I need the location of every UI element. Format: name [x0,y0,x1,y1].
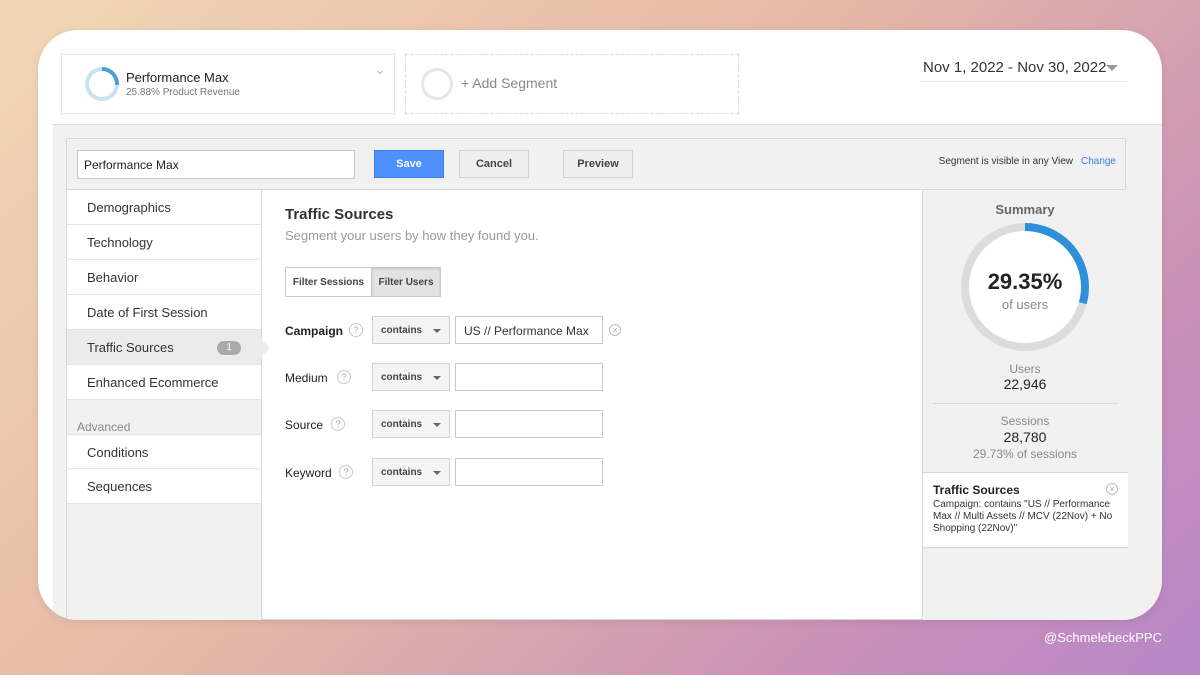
dropdown-arrow-icon [433,423,441,427]
campaign-value-input[interactable]: US // Performance Max [455,316,603,344]
editor-toolbar: Save Cancel Preview Segment is visible i… [67,139,1125,190]
help-icon[interactable]: ? [331,417,345,431]
filter-sessions-option[interactable]: Filter Sessions [286,268,372,296]
nav-item-label: Date of First Session [87,305,208,320]
help-icon[interactable]: ? [337,370,351,384]
nav-item-behavior[interactable]: Behavior [67,260,261,295]
medium-value-input[interactable] [455,363,603,391]
field-label: Campaign [285,324,344,338]
users-percent: 29.35% [987,269,1063,294]
dropdown-arrow-icon [433,376,441,380]
sessions-value: 28,780 [1003,429,1047,445]
operator-select[interactable]: contains [372,316,450,344]
operator-value: contains [381,467,423,478]
filter-row-medium: Medium ? contains [285,363,645,391]
nav-item-demographics[interactable]: Demographics [67,190,261,225]
operator-value: contains [381,419,423,430]
advanced-heading: Advanced [77,420,131,434]
segment-name: Performance Max [126,70,229,85]
condition-count-badge: 1 [217,341,241,355]
field-label: Medium [285,371,328,385]
add-segment-label: + Add Segment [461,75,558,91]
change-visibility-link[interactable]: Change [1081,156,1116,167]
dropdown-arrow-icon [433,471,441,475]
condition-card-title: Traffic Sources [933,483,1020,497]
help-icon[interactable]: ? [349,323,363,337]
app-window: Performance Max 25.88% Product Revenue ⌄… [38,30,1162,620]
date-range-text: Nov 1, 2022 - Nov 30, 2022 [923,59,1107,76]
chevron-down-icon[interactable]: ⌄ [374,61,386,78]
filter-row-keyword: Keyword ? contains [285,458,645,486]
segment-editor: Save Cancel Preview Segment is visible i… [66,138,1128,620]
filter-scope-toggle: Filter Sessions Filter Users [285,267,441,297]
sessions-label: Sessions [1000,414,1050,428]
help-icon[interactable]: ? [339,465,353,479]
empty-segment-ring-icon [421,68,453,100]
sessions-percent: 29.73% of sessions [972,447,1078,461]
condition-summary-card: Traffic Sources Campaign: contains "US /… [923,472,1128,548]
nav-item-label: Demographics [87,200,171,215]
operator-value: contains [381,325,423,336]
nav-item-label: Behavior [87,270,139,285]
condition-card-text: Campaign: contains "US // Performance Ma… [933,499,1113,534]
dropdown-arrow-icon [433,329,441,333]
segment-subtitle: 25.88% Product Revenue [126,87,240,98]
active-nav-pointer [261,339,270,357]
nav-item-label: Technology [87,235,153,250]
field-label: Source [285,418,324,432]
users-label: Users [1009,362,1041,376]
remove-condition-icon[interactable]: × [1106,483,1118,495]
source-value-input[interactable] [455,410,603,438]
segment-share-ring [85,67,119,101]
users-value: 22,946 [1003,376,1047,392]
operator-select[interactable]: contains [372,363,450,391]
segment-category-nav: Demographics Technology Behavior Date of… [67,190,262,620]
users-percent-label: of users [1001,297,1049,312]
operator-value: contains [381,372,423,383]
segment-card-performance-max[interactable]: Performance Max 25.88% Product Revenue ⌄ [61,54,395,114]
section-title: Traffic Sources [285,206,394,223]
summary-panel: Summary 29.35% of users Users 22,946 Ses… [922,190,1128,620]
add-segment-button[interactable]: + Add Segment [405,54,739,114]
preview-button[interactable]: Preview [563,150,633,178]
summary-divider [933,403,1118,404]
nav-item-date-of-first-session[interactable]: Date of First Session [67,295,261,330]
field-label: Keyword [285,466,332,480]
clear-icon[interactable]: × [609,324,621,336]
filter-users-option[interactable]: Filter Users [372,268,440,296]
save-button[interactable]: Save [374,150,444,178]
nav-item-traffic-sources[interactable]: Traffic Sources 1 [67,330,261,365]
author-credit: @SchmelebeckPPC [1044,630,1162,645]
date-range-picker[interactable]: Nov 1, 2022 - Nov 30, 2022 [920,56,1126,82]
nav-item-enhanced-ecommerce[interactable]: Enhanced Ecommerce [67,365,261,400]
nav-item-sequences[interactable]: Sequences [67,469,261,504]
segment-name-input[interactable] [77,150,355,179]
operator-select[interactable]: contains [372,410,450,438]
nav-item-technology[interactable]: Technology [67,225,261,260]
cancel-button[interactable]: Cancel [459,150,529,178]
nav-item-label: Conditions [87,445,149,460]
filter-row-campaign: Campaign ? contains US // Performance Ma… [285,316,645,344]
section-subtitle: Segment your users by how they found you… [285,228,539,243]
nav-item-label: Traffic Sources [87,340,174,355]
visibility-text: Segment is visible in any View [938,156,1073,167]
nav-item-conditions[interactable]: Conditions [67,434,261,469]
operator-select[interactable]: contains [372,458,450,486]
nav-item-label: Sequences [87,479,153,494]
filter-row-source: Source ? contains [285,410,645,438]
caret-down-icon [1106,65,1118,71]
summary-title: Summary [995,202,1055,217]
keyword-value-input[interactable] [455,458,603,486]
nav-item-label: Enhanced Ecommerce [87,375,219,390]
